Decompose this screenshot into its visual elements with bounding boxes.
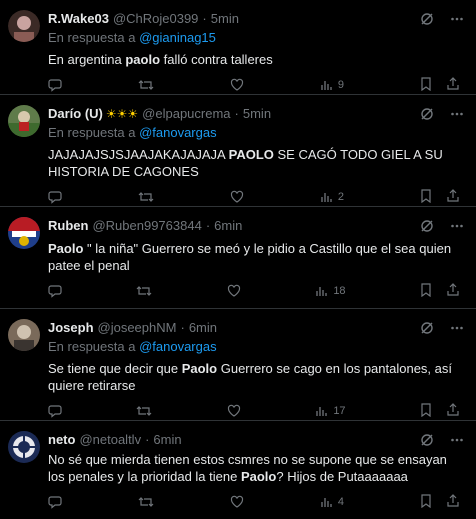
more-options-icon[interactable] (450, 433, 464, 447)
retweet-button[interactable] (136, 404, 152, 418)
separator-dot: · (234, 106, 239, 121)
reply-button[interactable] (48, 495, 62, 509)
separator-dot: · (145, 432, 150, 447)
separator-dot: · (202, 11, 207, 26)
grok-icon[interactable] (420, 219, 434, 233)
avatar[interactable] (8, 217, 40, 249)
tweet-text: Paolo " la niña" Guerrero se meó y le pi… (48, 241, 452, 273)
reply-context: En respuesta a @fanovargas (48, 124, 464, 142)
views-button[interactable]: 2 (320, 191, 344, 203)
author-name[interactable]: Darío (U) (48, 105, 103, 123)
bookmark-icon[interactable] (420, 493, 432, 511)
timestamp[interactable]: 5min (243, 105, 271, 123)
grok-icon[interactable] (420, 107, 434, 121)
reply-button[interactable] (48, 284, 62, 298)
tweet-text: JAJAJAJSJSJAAJAKAJAJAJA PAOLO SE CAGÓ TO… (48, 147, 443, 179)
views-count: 2 (337, 191, 345, 203)
tweet[interactable]: Joseph @joseephNM · 6min En respuesta a … (0, 309, 476, 421)
author-name[interactable]: R.Wake03 (48, 10, 109, 28)
retweet-button[interactable] (136, 284, 152, 298)
views-count: 9 (337, 79, 345, 91)
more-options-icon[interactable] (450, 219, 464, 233)
views-button[interactable]: 17 (315, 405, 346, 417)
author-handle[interactable]: @elpapucrema (142, 105, 230, 123)
reply-button[interactable] (48, 404, 62, 418)
avatar[interactable] (8, 319, 40, 351)
avatar[interactable] (8, 431, 40, 463)
retweet-button[interactable] (138, 190, 154, 204)
like-button[interactable] (227, 284, 241, 298)
reply-mention[interactable]: @fanovargas (139, 339, 217, 354)
retweet-button[interactable] (138, 495, 154, 509)
avatar[interactable] (8, 10, 40, 42)
avatar[interactable] (8, 105, 40, 137)
timestamp[interactable]: 5min (211, 10, 239, 28)
bookmark-icon[interactable] (420, 188, 432, 206)
share-icon[interactable] (446, 76, 460, 94)
share-icon[interactable] (446, 493, 460, 511)
timestamp[interactable]: 6min (189, 319, 217, 337)
views-count: 4 (337, 496, 345, 508)
reply-button[interactable] (48, 78, 62, 92)
tweet-feed: R.Wake03 @ChRoje0399 · 5min En respuesta… (0, 0, 476, 511)
tweet[interactable]: Darío (U) ☀☀☀ @elpapucrema · 5min En res… (0, 95, 476, 207)
tweet-text: No sé que mierda tienen estos csmres no … (48, 452, 447, 484)
reply-context: En respuesta a @gianinag15 (48, 29, 464, 47)
share-icon[interactable] (446, 188, 460, 206)
author-handle[interactable]: @joseephNM (98, 319, 177, 337)
grok-icon[interactable] (420, 12, 434, 26)
like-button[interactable] (230, 190, 244, 204)
tweet[interactable]: R.Wake03 @ChRoje0399 · 5min En respuesta… (0, 0, 476, 95)
reply-button[interactable] (48, 190, 62, 204)
author-handle[interactable]: @ChRoje0399 (113, 10, 198, 28)
bookmark-icon[interactable] (420, 76, 432, 94)
reply-prefix: En respuesta a (48, 30, 136, 45)
author-name[interactable]: neto (48, 431, 75, 449)
tweet[interactable]: neto @netoaltlv · 6min No sé que mierda … (0, 421, 476, 511)
more-options-icon[interactable] (450, 12, 464, 26)
reply-mention[interactable]: @fanovargas (139, 125, 217, 140)
reply-mention[interactable]: @gianinag15 (139, 30, 216, 45)
more-options-icon[interactable] (450, 321, 464, 335)
author-handle[interactable]: @netoaltlv (79, 431, 141, 449)
reply-prefix: En respuesta a (48, 339, 136, 354)
sun-emoji-badges: ☀☀☀ (105, 107, 139, 121)
views-button[interactable]: 18 (315, 285, 346, 297)
like-button[interactable] (227, 404, 241, 418)
views-count: 18 (333, 285, 346, 297)
more-options-icon[interactable] (450, 107, 464, 121)
separator-dot: · (205, 218, 211, 233)
separator-dot: · (180, 320, 185, 335)
tweet[interactable]: Ruben @Ruben99763844 · 6min Paolo " la n… (0, 207, 476, 309)
bookmark-icon[interactable] (420, 282, 432, 300)
like-button[interactable] (230, 495, 244, 509)
views-button[interactable]: 9 (320, 79, 344, 91)
share-icon[interactable] (446, 402, 460, 420)
author-name[interactable]: Ruben (48, 217, 88, 235)
author-handle[interactable]: @Ruben99763844 (92, 217, 201, 235)
reply-context: En respuesta a @fanovargas (48, 338, 464, 356)
share-icon[interactable] (446, 282, 460, 300)
timestamp[interactable]: 6min (153, 431, 181, 449)
reply-prefix: En respuesta a (48, 125, 136, 140)
tweet-actions: 4 (48, 485, 464, 519)
grok-icon[interactable] (420, 321, 434, 335)
retweet-button[interactable] (138, 78, 154, 92)
author-name[interactable]: Joseph (48, 319, 94, 337)
tweet-actions: 18 (48, 274, 464, 308)
tweet-text: En argentina paolo falló contra talleres (48, 52, 273, 67)
views-button[interactable]: 4 (320, 496, 344, 508)
tweet-text: Se tiene que decir que Paolo Guerrero se… (48, 361, 452, 393)
like-button[interactable] (230, 78, 244, 92)
views-count: 17 (333, 405, 346, 417)
bookmark-icon[interactable] (420, 402, 432, 420)
grok-icon[interactable] (420, 433, 434, 447)
timestamp[interactable]: 6min (214, 217, 242, 235)
